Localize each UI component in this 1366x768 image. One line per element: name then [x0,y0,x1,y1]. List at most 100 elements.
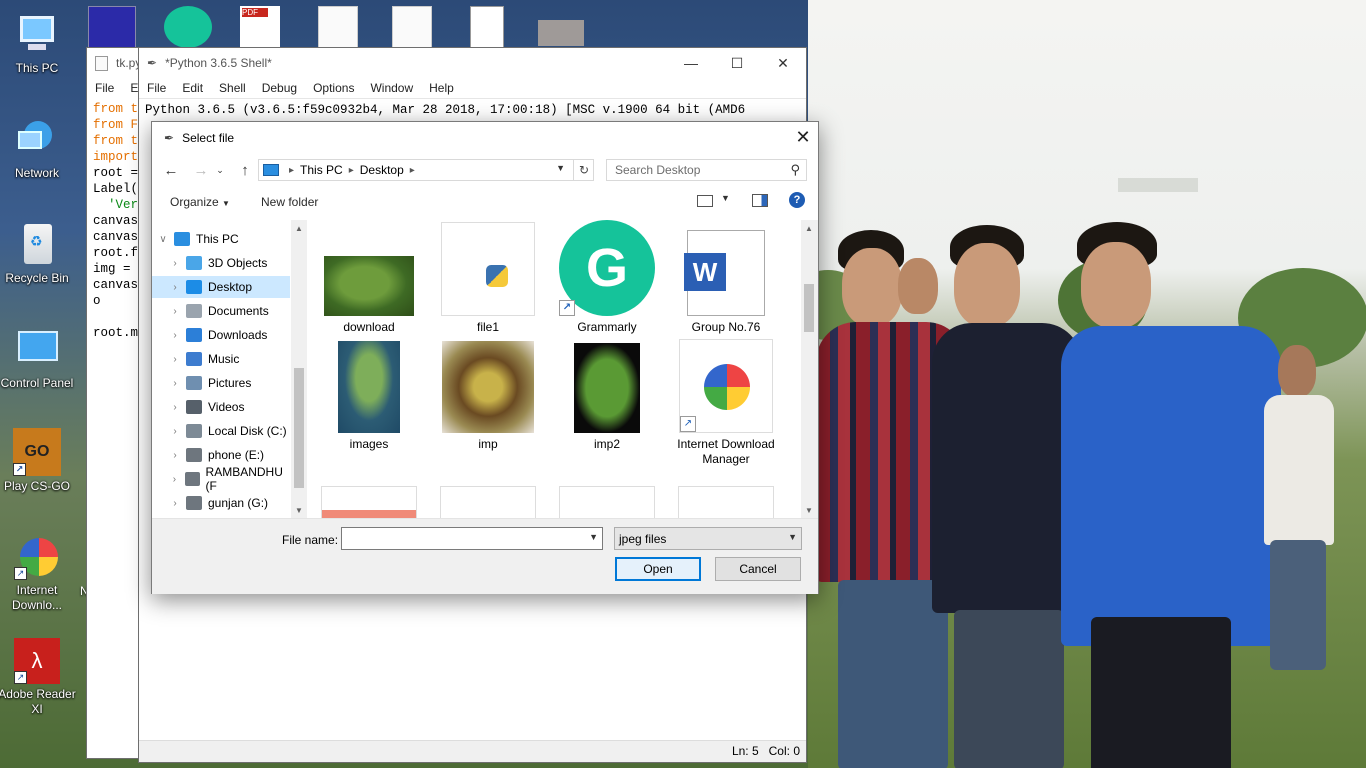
editor-window[interactable]: tk.py File Ed from tfrom Ffrom timport r… [86,47,146,759]
partial-file-thumbnail[interactable] [559,486,655,518]
editor-menu-bar: File Ed [87,78,145,98]
file-list[interactable]: download file1 G ↗ Grammarly W Group No.76 imag… [310,220,784,518]
menu-options[interactable]: Options [313,81,362,95]
nav-item-pictures[interactable]: › Pictures [152,372,290,394]
breadcrumb-chevron-icon: ▸ [348,164,354,176]
menu-window[interactable]: Window [370,81,421,95]
chevron-right-icon[interactable]: › [168,282,182,293]
signature-image-icon[interactable] [538,20,584,46]
help-icon[interactable]: ? [789,192,805,208]
file-item[interactable]: W Group No.76 [667,222,784,335]
file-item[interactable]: download [310,222,428,335]
desktop-icon-adobe[interactable]: λ ↗ Adobe Reader XI [0,638,77,717]
chevron-down-icon[interactable]: ∨ [156,234,170,245]
chevron-right-icon[interactable]: › [168,354,182,365]
address-dropdown-icon[interactable]: ▼ [556,163,565,173]
chevron-right-icon[interactable]: › [168,306,182,317]
nav-item-3d-objects[interactable]: › 3D Objects [152,252,290,274]
dialog-close-button[interactable]: ✕ [788,122,818,153]
dialog-title-bar[interactable]: ✒ Select file [152,122,818,153]
menu-shell[interactable]: Shell [219,81,254,95]
chevron-down-icon[interactable]: ▼ [589,532,598,542]
file-name-input[interactable]: ▼ [341,527,603,550]
editor-title-bar[interactable]: tk.py [87,48,145,78]
chevron-right-icon[interactable]: › [168,498,182,509]
scrollbar-thumb[interactable] [294,368,304,488]
organize-button[interactable]: Organize ▼ [170,195,230,209]
grammarly-icon[interactable] [164,6,212,48]
chevron-right-icon[interactable]: › [168,450,182,461]
file-item[interactable]: imp [429,339,547,452]
breadcrumb-this-pc[interactable]: This PC [300,163,343,177]
chevron-right-icon[interactable]: › [168,330,182,341]
scroll-up-icon[interactable]: ▲ [801,220,817,236]
file-item[interactable]: G ↗ Grammarly [548,220,666,335]
file-item[interactable]: images [310,339,428,452]
file-item[interactable]: imp2 [548,339,666,452]
chevron-right-icon[interactable]: › [168,474,181,485]
address-bar[interactable]: ▸ This PC ▸ Desktop ▸ ▼ [258,159,594,181]
scroll-up-icon[interactable]: ▲ [291,220,307,236]
breadcrumb-desktop[interactable]: Desktop [360,163,404,177]
navigation-scrollbar[interactable]: ▲ ▼ [291,220,307,518]
scrollbar-thumb[interactable] [804,284,814,332]
up-arrow-icon[interactable]: ↑ [234,158,256,182]
menu-help[interactable]: Help [429,81,462,95]
cancel-button[interactable]: Cancel [715,557,801,581]
open-button[interactable]: Open [615,557,701,581]
nav-item-desktop[interactable]: › Desktop [152,276,290,298]
nav-item-gunjan-g[interactable]: › gunjan (G:) [152,492,290,514]
back-arrow-icon[interactable]: ← [160,158,182,182]
file-item[interactable]: file1 [429,222,547,335]
recent-locations-chevron-icon[interactable]: ⌄ [214,158,226,182]
partial-file-thumbnail[interactable] [321,486,417,518]
partial-file-thumbnail[interactable] [440,486,536,518]
menu-edit[interactable]: Edit [182,81,211,95]
chevron-right-icon[interactable]: › [168,426,182,437]
menu-debug[interactable]: Debug [262,81,305,95]
nav-item-downloads[interactable]: › Downloads [152,324,290,346]
desktop-icon-idm[interactable]: ↗ Internet Downlo... [0,534,77,613]
desktop-icon-this-pc[interactable]: This PC [0,12,77,76]
scroll-down-icon[interactable]: ▼ [801,502,817,518]
forward-arrow-icon[interactable]: → [190,158,212,182]
text-file-icon[interactable] [470,6,504,48]
chevron-right-icon[interactable]: › [168,402,182,413]
python-file-icon[interactable] [318,6,358,48]
close-button[interactable]: ✕ [760,48,806,78]
refresh-icon[interactable]: ↻ [573,159,594,181]
nav-item-phone-e[interactable]: › phone (E:) [152,444,290,466]
file-type-select[interactable]: jpeg files ▼ [614,527,802,550]
nav-item-videos[interactable]: › Videos [152,396,290,418]
nav-item-local-disk-c[interactable]: › Local Disk (C:) [152,420,290,442]
chevron-right-icon[interactable]: › [168,378,182,389]
python-file-icon[interactable] [392,6,432,48]
desktop-icon-recycle-bin[interactable]: ♻ Recycle Bin [0,222,77,286]
view-options-icon[interactable] [697,195,713,207]
maximize-button[interactable]: ☐ [714,48,760,78]
search-box[interactable]: Search Desktop ⚲ [606,159,807,181]
nav-item-documents[interactable]: › Documents [152,300,290,322]
new-folder-button[interactable]: New folder [261,195,318,209]
app-shortcut-icon[interactable] [88,6,136,48]
minimize-button[interactable]: — [668,48,714,78]
file-item[interactable]: ↗ Internet Download Manager [667,339,784,467]
chevron-right-icon[interactable]: › [168,258,182,269]
scroll-down-icon[interactable]: ▼ [291,502,307,518]
preview-pane-icon[interactable] [752,194,768,207]
menu-file[interactable]: File [95,81,122,95]
desktop-icon-csgo[interactable]: GO ↗ Play CS-GO [0,428,77,494]
file-list-scrollbar[interactable]: ▲ ▼ [801,220,818,518]
menu-file[interactable]: File [147,81,174,95]
editor-text-area[interactable]: from t from Ffrom t import root = Label( 'V… [87,98,145,341]
navigation-pane[interactable]: ∨ This PC › 3D Objects › Desktop › Documents › Do… [152,220,295,518]
desktop-icon-network[interactable]: Network [0,117,77,181]
nav-item-this-pc[interactable]: ∨ This PC [152,228,290,250]
select-file-dialog[interactable]: ✒ Select file ✕ ← → ⌄ ↑ ▸ This PC ▸ Desk… [151,121,819,594]
nav-item-rambandhu-f[interactable]: › RAMBANDHU (F [152,465,290,493]
chevron-down-icon[interactable]: ▼ [721,193,730,203]
pdf-file-icon[interactable]: PDF [240,6,280,48]
desktop-icon-control-panel[interactable]: Control Panel [0,327,77,391]
partial-file-thumbnail[interactable] [678,486,774,518]
nav-item-music[interactable]: › Music [152,348,290,370]
